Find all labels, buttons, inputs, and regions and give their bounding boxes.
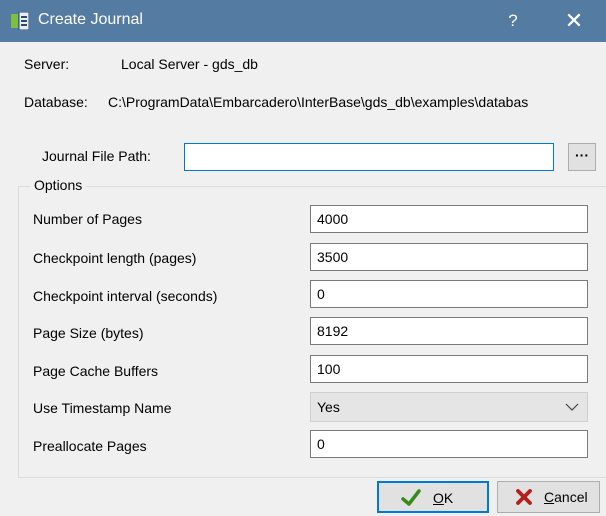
x-icon xyxy=(516,489,532,505)
page-size-label: Page Size (bytes) xyxy=(33,325,144,341)
database-row: Database: C:\ProgramData\Embarcadero\Int… xyxy=(0,88,606,114)
app-icon xyxy=(11,12,29,30)
journal-path-input[interactable] xyxy=(184,143,554,171)
use-timestamp-name-value: Yes xyxy=(317,399,340,415)
use-timestamp-name-label: Use Timestamp Name xyxy=(33,400,172,416)
browse-button[interactable]: ··· xyxy=(568,143,596,171)
options-label: Options xyxy=(30,177,87,193)
page-cache-buffers-label: Page Cache Buffers xyxy=(33,363,159,379)
checkpoint-interval-input[interactable]: 0 xyxy=(310,280,588,308)
page-size-input[interactable]: 8192 xyxy=(310,317,588,345)
checkmark-icon xyxy=(401,489,421,506)
create-journal-dialog: Create Journal ? ✕ Server: Local Server … xyxy=(0,0,606,516)
number-of-pages-label: Number of Pages xyxy=(33,211,142,227)
chevron-down-icon xyxy=(565,403,579,411)
server-value: Local Server - gds_db xyxy=(121,56,258,72)
server-label: Server: xyxy=(24,56,70,72)
preallocate-pages-label: Preallocate Pages xyxy=(33,438,147,454)
checkpoint-interval-label: Checkpoint interval (seconds) xyxy=(33,288,218,304)
use-timestamp-name-select[interactable]: Yes xyxy=(310,392,588,422)
checkpoint-length-label: Checkpoint length (pages) xyxy=(33,250,197,266)
title-bar: Create Journal ? ✕ xyxy=(0,0,606,42)
database-value: C:\ProgramData\Embarcadero\InterBase\gds… xyxy=(108,94,529,110)
help-button[interactable]: ? xyxy=(498,8,528,34)
preallocate-pages-input[interactable]: 0 xyxy=(310,430,588,458)
journal-path-label: Journal File Path: xyxy=(42,148,151,164)
cancel-button[interactable]: Cancel xyxy=(497,481,600,513)
cancel-label: Cancel xyxy=(544,489,588,505)
ok-label: OK xyxy=(433,490,454,506)
ok-button[interactable]: OK xyxy=(377,481,489,513)
window-title: Create Journal xyxy=(38,11,143,28)
number-of-pages-input[interactable]: 4000 xyxy=(310,205,588,233)
checkpoint-length-input[interactable]: 3500 xyxy=(310,243,588,271)
database-label: Database: xyxy=(24,94,88,110)
close-button[interactable]: ✕ xyxy=(556,6,592,36)
page-cache-buffers-input[interactable]: 100 xyxy=(310,355,588,383)
